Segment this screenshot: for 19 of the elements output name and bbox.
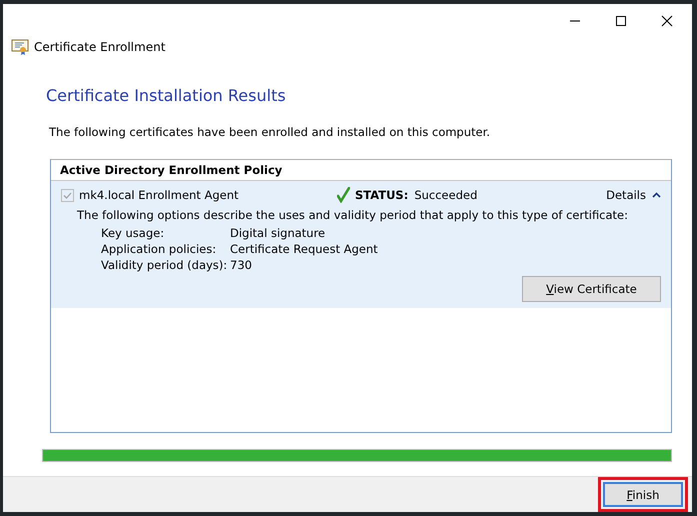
certificate-icon <box>11 39 29 55</box>
maximize-icon[interactable] <box>615 15 627 27</box>
property-label: Validity period (days): <box>101 258 228 272</box>
property-value: Digital signature <box>230 226 326 240</box>
status-label: STATUS: <box>355 188 408 202</box>
certificate-name: mk4.local Enrollment Agent <box>79 188 240 202</box>
details-intro: The following options describe the uses and validity period that apply to this type of certificate: <box>77 208 630 222</box>
property-value: Certificate Request Agent <box>230 242 379 256</box>
checkmark-icon <box>337 187 350 203</box>
window-title: Certificate Enrollment <box>34 40 166 54</box>
page-description: The following certificates have been enrolled and installed on this computer. <box>49 125 492 139</box>
page-heading: Certificate Installation Results <box>46 86 287 105</box>
property-label: Application policies: <box>101 242 218 256</box>
status-value: Succeeded <box>414 188 478 202</box>
close-icon[interactable] <box>661 15 673 27</box>
property-label: Key usage: <box>101 226 166 240</box>
finish-button[interactable]: Finish <box>603 482 683 507</box>
caret-icon <box>652 192 661 198</box>
property-value: 730 <box>230 258 253 272</box>
